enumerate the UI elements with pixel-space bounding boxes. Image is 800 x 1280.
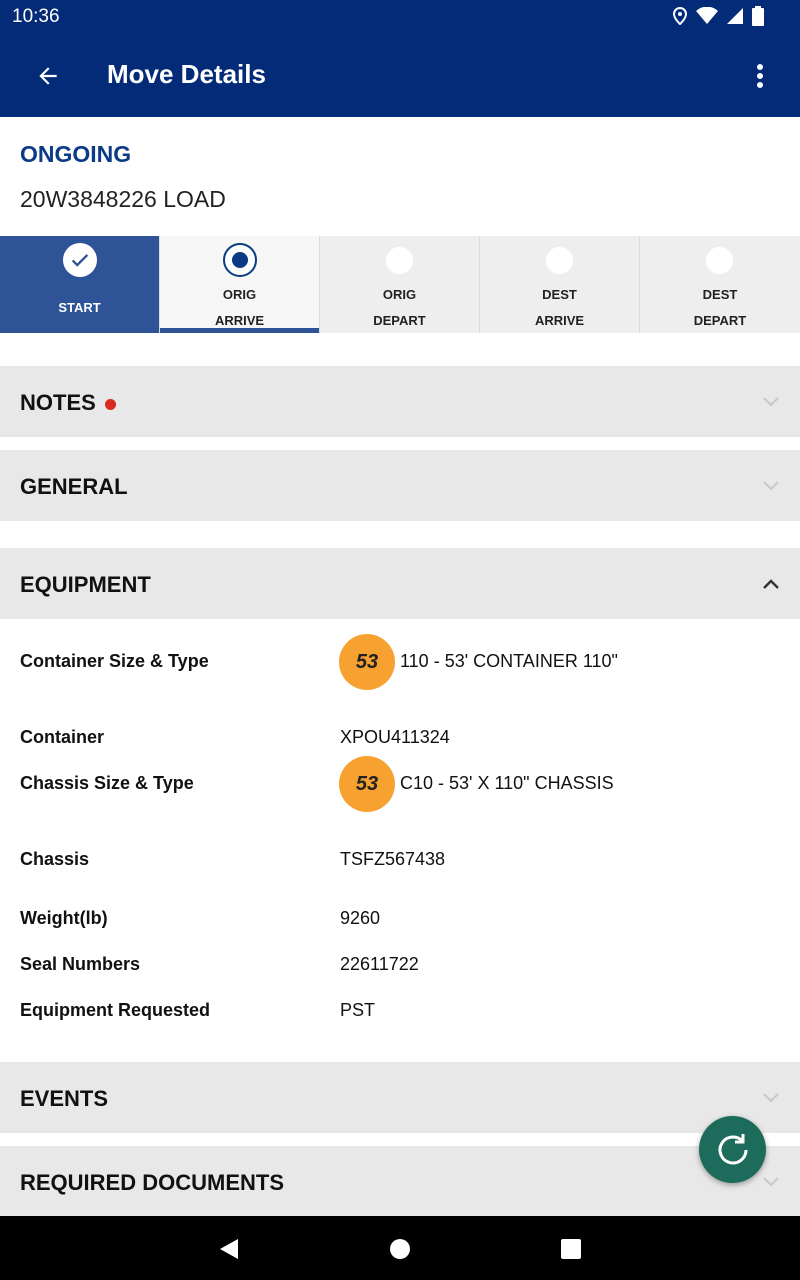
section-events[interactable]: EVENTS <box>0 1062 800 1133</box>
container-label: Container <box>20 727 105 747</box>
nav-home-button[interactable] <box>385 1234 415 1264</box>
step-sublabel: ARRIVE <box>214 313 265 328</box>
status-icons <box>672 6 764 26</box>
step-label: ORIG <box>382 287 417 302</box>
step-dest-depart[interactable]: DEST DEPART <box>640 236 800 333</box>
step-dest-arrive[interactable]: DEST ARRIVE <box>480 236 640 333</box>
circle-home-icon <box>390 1239 410 1259</box>
section-equipment[interactable]: EQUIPMENT <box>0 548 800 619</box>
chassis-value: TSFZ567438 <box>340 849 446 869</box>
more-vert-icon <box>757 64 763 88</box>
status-time: 10:36 <box>12 6 60 27</box>
chassis-size-badge: 53 <box>339 756 395 812</box>
chevron-up-icon <box>760 573 782 595</box>
refresh-icon <box>718 1133 747 1164</box>
triangle-back-icon <box>220 1239 238 1259</box>
chevron-down-icon <box>760 1087 782 1109</box>
radio-empty-icon <box>386 247 413 274</box>
seal-numbers-label: Seal Numbers <box>20 954 141 974</box>
wifi-icon <box>696 7 718 24</box>
section-title: EQUIPMENT <box>20 572 151 597</box>
radio-empty-icon <box>546 247 573 274</box>
nav-back-button[interactable] <box>214 1234 244 1264</box>
notes-indicator <box>105 399 116 410</box>
chassis-size-type-value: C10 - 53' X 110" CHASSIS <box>400 773 614 793</box>
step-start[interactable]: START <box>0 236 160 333</box>
container-size-badge: 53 <box>339 634 395 690</box>
container-size-type-label: Container Size & Type <box>20 651 209 671</box>
status-bar: 10:36 <box>0 0 800 32</box>
section-title: GENERAL <box>20 474 128 499</box>
container-size-type-value: 110 - 53' CONTAINER 110" <box>400 651 618 671</box>
load-id: 20W3848226 LOAD <box>20 186 226 212</box>
chevron-down-icon <box>760 391 782 413</box>
arrow-back-icon <box>39 67 57 85</box>
step-label: DEST <box>702 287 738 302</box>
weight-label: Weight(lb) <box>20 908 108 928</box>
radio-selected-icon <box>223 243 257 277</box>
step-orig-depart[interactable]: ORIG DEPART <box>320 236 480 333</box>
step-sublabel: DEPART <box>693 313 747 328</box>
location-icon <box>672 7 688 25</box>
nav-recents-button[interactable] <box>556 1234 586 1264</box>
container-value: XPOU411324 <box>340 727 450 747</box>
chassis-label: Chassis <box>20 849 90 869</box>
chevron-down-icon <box>760 1171 782 1193</box>
step-sublabel: ARRIVE <box>534 313 585 328</box>
square-recents-icon <box>561 1239 581 1259</box>
section-title: REQUIRED DOCUMENTS <box>20 1170 285 1195</box>
step-label: START <box>58 300 101 315</box>
section-title: EVENTS <box>20 1086 109 1111</box>
step-sublabel: DEPART <box>373 313 426 328</box>
section-notes[interactable]: NOTES <box>0 366 800 437</box>
step-orig-arrive[interactable]: ORIG ARRIVE <box>160 236 320 333</box>
section-general[interactable]: GENERAL <box>0 450 800 521</box>
back-button[interactable] <box>30 58 66 94</box>
equipment-requested-value: PST <box>340 1000 376 1020</box>
app-bar: Move Details <box>0 32 800 117</box>
system-nav-bar <box>0 1216 800 1280</box>
move-status: ONGOING <box>20 141 132 167</box>
page-title: Move Details <box>107 59 266 89</box>
step-label: ORIG <box>222 287 257 302</box>
progress-steps: START ORIG ARRIVE ORIG DEPART DEST ARRIV… <box>0 236 800 333</box>
check-circle-icon <box>63 243 97 277</box>
step-label: DEST <box>542 287 577 302</box>
chassis-size-type-label: Chassis Size & Type <box>20 773 194 793</box>
weight-value: 9260 <box>340 908 381 928</box>
overflow-menu-button[interactable] <box>742 58 778 94</box>
seal-numbers-value: 22611722 <box>340 954 419 974</box>
section-required-documents[interactable]: REQUIRED DOCUMENTS <box>0 1146 800 1217</box>
signal-icon <box>727 8 743 24</box>
chevron-down-icon <box>760 475 782 497</box>
refresh-button[interactable] <box>699 1116 766 1183</box>
equipment-requested-label: Equipment Requested <box>20 1000 211 1020</box>
radio-empty-icon <box>706 247 733 274</box>
battery-icon <box>752 6 764 26</box>
section-title: NOTES <box>20 390 96 415</box>
